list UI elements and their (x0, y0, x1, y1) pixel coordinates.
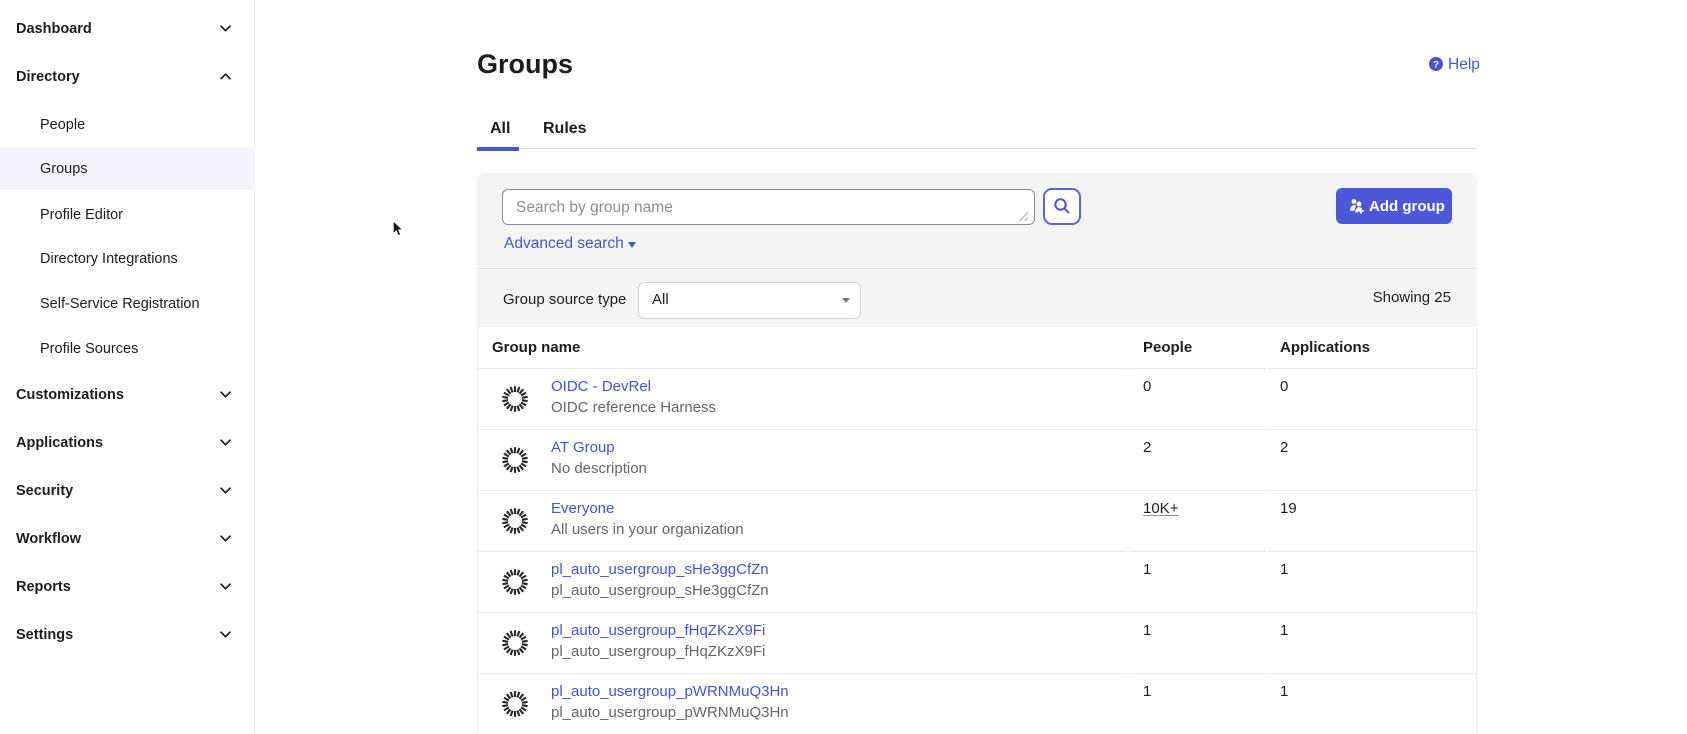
svg-text:?: ? (1433, 59, 1439, 70)
